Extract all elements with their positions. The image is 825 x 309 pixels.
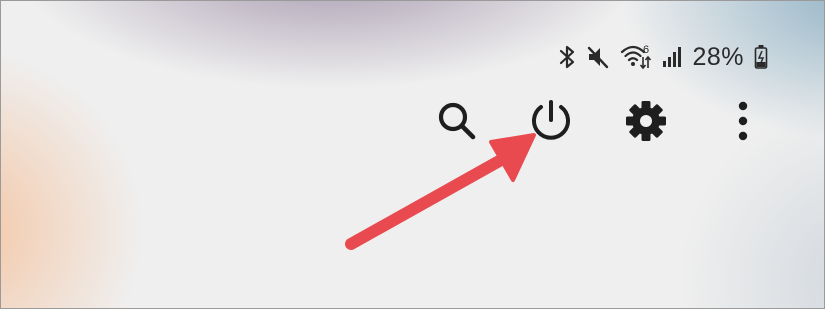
power-icon [528, 98, 574, 149]
power-button[interactable] [525, 97, 577, 149]
bluetooth-icon [558, 44, 576, 70]
signal-icon [662, 45, 682, 69]
status-bar: 6 28% [558, 37, 768, 77]
quick-panel-screen: 6 28% [0, 0, 825, 309]
more-options-button[interactable] [717, 97, 769, 149]
battery-percentage: 28% [692, 42, 744, 71]
mute-icon [586, 44, 610, 70]
wifi-badge: 6 [643, 44, 649, 56]
wifi-icon: 6 [620, 43, 652, 71]
search-button[interactable] [431, 97, 483, 149]
settings-button[interactable] [620, 97, 672, 149]
battery-charging-icon [754, 44, 768, 70]
more-vertical-icon [735, 99, 751, 148]
quick-panel-toolbar [431, 97, 771, 149]
gear-icon [623, 98, 669, 149]
search-icon [435, 99, 479, 148]
